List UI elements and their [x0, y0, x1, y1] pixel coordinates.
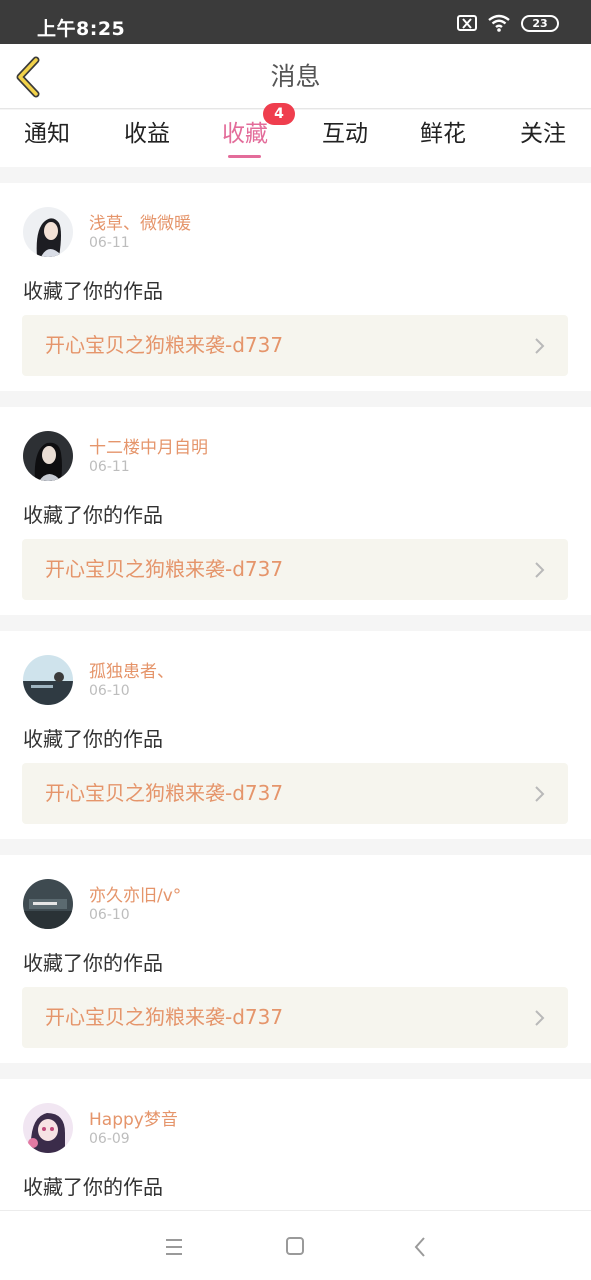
date: 06-09 [89, 1131, 130, 1147]
chevron-right-icon [535, 1010, 545, 1026]
list-item: 十二楼中月自明 06-11 收藏了你的作品 开心宝贝之狗粮来袭-d737 [0, 407, 591, 615]
avatar[interactable] [23, 655, 73, 705]
tab-follow[interactable]: 关注 [498, 110, 588, 167]
chevron-right-icon [535, 338, 545, 354]
page-title: 消息 [270, 62, 321, 91]
work-title: 开心宝贝之狗粮来袭-d737 [45, 1005, 284, 1029]
work-link[interactable]: 开心宝贝之狗粮来袭-d737 [22, 987, 568, 1048]
back-arrow-icon [16, 56, 40, 98]
status-time: 上午8:25 [37, 18, 126, 40]
work-title: 开心宝贝之狗粮来袭-d737 [45, 333, 284, 357]
back-triangle-icon [414, 1237, 425, 1257]
chevron-right-icon [535, 786, 545, 802]
tab-flowers[interactable]: 鲜花 [398, 110, 488, 167]
menu-icon [166, 1239, 182, 1255]
menu-button[interactable] [160, 1233, 190, 1261]
list-item: 浅草、微微暖 06-11 收藏了你的作品 开心宝贝之狗粮来袭-d737 [0, 183, 591, 391]
home-square-icon [286, 1237, 304, 1255]
username[interactable]: 浅草、微微暖 [89, 209, 191, 234]
header: 消息 [0, 44, 591, 109]
action-text: 收藏了你的作品 [23, 1175, 163, 1199]
avatar[interactable] [23, 879, 73, 929]
action-text: 收藏了你的作品 [23, 727, 163, 751]
action-text: 收藏了你的作品 [23, 279, 163, 303]
date: 06-11 [89, 459, 130, 475]
date: 06-10 [89, 683, 130, 699]
work-title: 开心宝贝之狗粮来袭-d737 [45, 557, 284, 581]
list-item: 孤独患者、 06-10 收藏了你的作品 开心宝贝之狗粮来袭-d737 [0, 631, 591, 839]
status-bar: 上午8:25 23 [0, 0, 591, 44]
favorites-badge: 4 [263, 103, 295, 125]
system-nav-bar [0, 1210, 591, 1280]
tab-bar: 通知 收益 收藏 互动 鲜花 关注 [0, 110, 591, 167]
battery-indicator: 23 [521, 14, 559, 32]
wifi-icon [488, 14, 510, 32]
list-item: Happy梦音 06-09 收藏了你的作品 [0, 1079, 591, 1219]
date: 06-11 [89, 235, 130, 251]
avatar[interactable] [23, 1103, 73, 1153]
tab-notice[interactable]: 通知 [2, 110, 92, 167]
tab-earnings[interactable]: 收益 [102, 110, 192, 167]
avatar[interactable] [23, 431, 73, 481]
action-text: 收藏了你的作品 [23, 951, 163, 975]
action-text: 收藏了你的作品 [23, 503, 163, 527]
username[interactable]: 亦久亦旧/v° [89, 881, 181, 906]
username[interactable]: Happy梦音 [89, 1105, 178, 1130]
username[interactable]: 十二楼中月自明 [89, 433, 208, 458]
work-link[interactable]: 开心宝贝之狗粮来袭-d737 [22, 539, 568, 600]
list-item: 亦久亦旧/v° 06-10 收藏了你的作品 开心宝贝之狗粮来袭-d737 [0, 855, 591, 1063]
status-icons: 23 [457, 14, 559, 32]
home-button[interactable] [282, 1233, 312, 1261]
no-sim-icon [457, 15, 477, 31]
avatar[interactable] [23, 207, 73, 257]
date: 06-10 [89, 907, 130, 923]
username[interactable]: 孤独患者、 [89, 657, 174, 682]
work-link[interactable]: 开心宝贝之狗粮来袭-d737 [22, 763, 568, 824]
tab-interaction[interactable]: 互动 [300, 110, 390, 167]
active-tab-indicator [228, 155, 261, 158]
work-link[interactable]: 开心宝贝之狗粮来袭-d737 [22, 315, 568, 376]
back-button[interactable] [12, 54, 48, 100]
work-title: 开心宝贝之狗粮来袭-d737 [45, 781, 284, 805]
back-nav-button[interactable] [406, 1233, 436, 1261]
chevron-right-icon [535, 562, 545, 578]
